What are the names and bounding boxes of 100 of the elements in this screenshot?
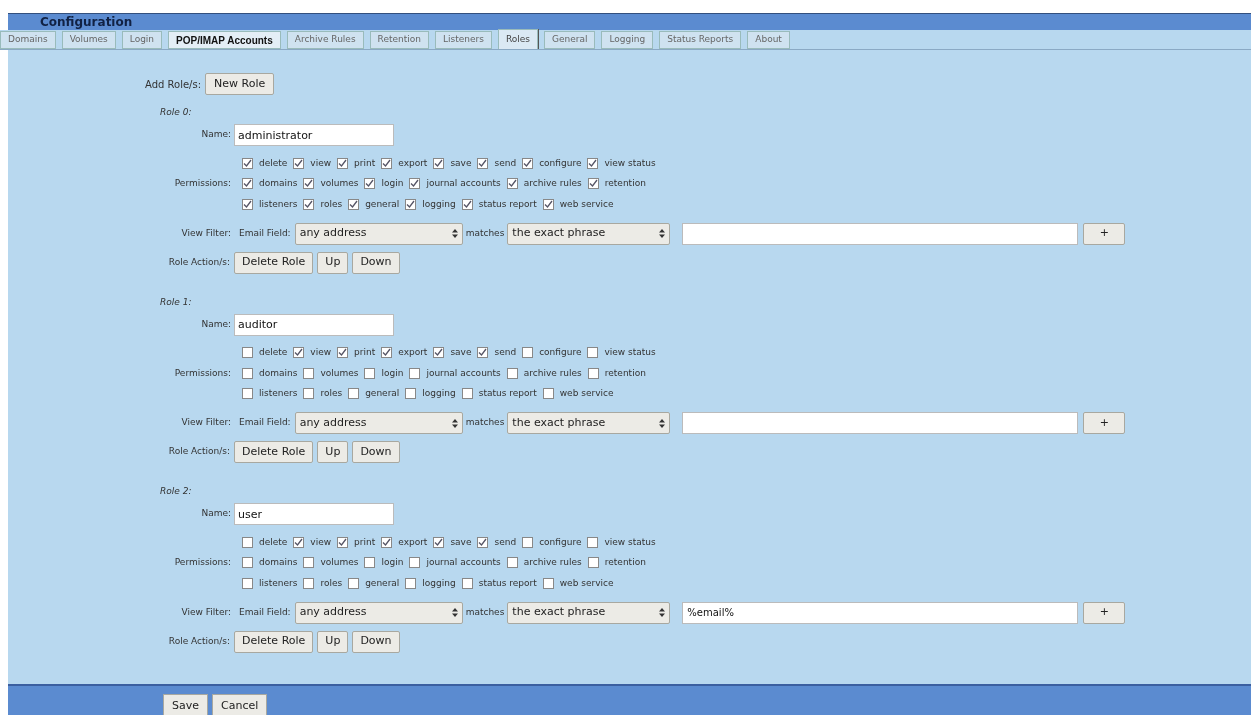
- checkbox[interactable]: [348, 577, 360, 589]
- tab[interactable]: About: [747, 31, 790, 49]
- checkbox[interactable]: [303, 557, 315, 569]
- checkbox[interactable]: [477, 347, 489, 359]
- checkbox[interactable]: [587, 557, 599, 569]
- tab[interactable]: General: [544, 31, 596, 49]
- role-action-button[interactable]: Down: [352, 251, 400, 274]
- role-action-button[interactable]: Down: [352, 441, 400, 463]
- checkbox[interactable]: [587, 536, 599, 548]
- add-filter-button[interactable]: +: [1083, 222, 1126, 245]
- checkbox[interactable]: [461, 388, 473, 400]
- checkbox[interactable]: [587, 347, 599, 359]
- checkbox[interactable]: [587, 178, 599, 190]
- checkbox[interactable]: [461, 198, 473, 210]
- checkbox[interactable]: [242, 367, 253, 379]
- checkbox[interactable]: [293, 536, 305, 548]
- role-action-button[interactable]: Delete Role: [234, 441, 314, 463]
- checkbox[interactable]: [381, 347, 393, 359]
- checkbox[interactable]: [522, 347, 534, 359]
- checkbox[interactable]: [405, 198, 417, 210]
- checkbox[interactable]: [381, 536, 393, 548]
- checkbox[interactable]: [433, 157, 445, 169]
- checkbox[interactable]: [409, 178, 421, 190]
- checkbox[interactable]: [303, 367, 315, 379]
- checkbox[interactable]: [242, 388, 253, 400]
- checkbox[interactable]: [242, 157, 253, 169]
- tab[interactable]: Login: [121, 31, 163, 49]
- dropdown[interactable]: any address: [294, 222, 463, 245]
- checkbox[interactable]: [242, 577, 253, 589]
- filter-text-field[interactable]: [682, 222, 1079, 245]
- checkbox[interactable]: [364, 557, 376, 569]
- checkbox[interactable]: [433, 347, 445, 359]
- checkbox[interactable]: [364, 178, 376, 190]
- checkbox[interactable]: [303, 577, 315, 589]
- checkbox[interactable]: [409, 557, 421, 569]
- checkbox[interactable]: [506, 367, 518, 379]
- checkbox[interactable]: [542, 388, 554, 400]
- name-field[interactable]: administrator: [234, 124, 394, 146]
- checkbox[interactable]: [409, 367, 421, 379]
- tab[interactable]: Retention: [369, 31, 429, 49]
- checkbox[interactable]: [381, 157, 393, 169]
- tab[interactable]: POP/IMAP Accounts: [168, 31, 281, 49]
- add-filter-button[interactable]: +: [1083, 601, 1126, 624]
- tab[interactable]: Domains: [0, 31, 56, 49]
- checkbox[interactable]: [337, 157, 349, 169]
- tab[interactable]: Status Reports: [659, 31, 742, 49]
- role-action-button[interactable]: Up: [317, 251, 349, 274]
- tab[interactable]: Archive Rules: [286, 31, 364, 49]
- checkbox[interactable]: [433, 536, 445, 548]
- checkbox[interactable]: [242, 557, 253, 569]
- role-action-button[interactable]: Up: [317, 441, 349, 463]
- dropdown[interactable]: the exact phrase: [507, 222, 671, 245]
- checkbox[interactable]: [542, 577, 554, 589]
- checkbox[interactable]: [242, 347, 253, 359]
- filter-text-field[interactable]: %email%: [682, 601, 1079, 624]
- dropdown[interactable]: the exact phrase: [507, 601, 671, 624]
- checkbox[interactable]: [477, 536, 489, 548]
- add-filter-button[interactable]: +: [1083, 412, 1126, 434]
- checkbox[interactable]: [348, 388, 360, 400]
- role-action-button[interactable]: Down: [352, 630, 400, 653]
- tab[interactable]: Listeners: [435, 31, 492, 49]
- role-action-button[interactable]: Delete Role: [234, 630, 314, 653]
- checkbox[interactable]: [293, 157, 305, 169]
- checkbox[interactable]: [242, 198, 253, 210]
- checkbox[interactable]: [587, 157, 599, 169]
- tab[interactable]: Logging: [601, 31, 654, 49]
- name-field[interactable]: auditor: [234, 313, 394, 336]
- dropdown[interactable]: any address: [294, 412, 463, 434]
- checkbox[interactable]: [364, 367, 376, 379]
- new-role-button[interactable]: New Role: [205, 73, 275, 95]
- name-field[interactable]: user: [234, 503, 394, 525]
- checkbox[interactable]: [303, 178, 315, 190]
- checkbox[interactable]: [337, 347, 349, 359]
- footer-button[interactable]: Cancel: [212, 694, 268, 715]
- checkbox[interactable]: [587, 367, 599, 379]
- checkbox[interactable]: [348, 198, 360, 210]
- checkbox[interactable]: [405, 577, 417, 589]
- checkbox-label: volumes: [320, 556, 359, 569]
- checkbox[interactable]: [461, 577, 473, 589]
- checkbox[interactable]: [405, 388, 417, 400]
- dropdown[interactable]: any address: [294, 601, 463, 624]
- tab[interactable]: Roles: [497, 29, 538, 49]
- checkbox[interactable]: [303, 198, 315, 210]
- filter-text-field[interactable]: [682, 412, 1079, 434]
- role-action-button[interactable]: Delete Role: [234, 251, 314, 274]
- checkbox[interactable]: [506, 178, 518, 190]
- checkbox[interactable]: [522, 157, 534, 169]
- checkbox[interactable]: [242, 178, 253, 190]
- checkbox[interactable]: [293, 347, 305, 359]
- dropdown[interactable]: the exact phrase: [507, 412, 671, 434]
- checkbox[interactable]: [477, 157, 489, 169]
- checkbox[interactable]: [242, 536, 253, 548]
- footer-button[interactable]: Save: [163, 694, 208, 715]
- role-action-button[interactable]: Up: [317, 630, 349, 653]
- checkbox[interactable]: [337, 536, 349, 548]
- checkbox[interactable]: [522, 536, 534, 548]
- checkbox[interactable]: [506, 557, 518, 569]
- checkbox[interactable]: [542, 198, 554, 210]
- tab[interactable]: Volumes: [61, 31, 116, 49]
- checkbox[interactable]: [303, 388, 315, 400]
